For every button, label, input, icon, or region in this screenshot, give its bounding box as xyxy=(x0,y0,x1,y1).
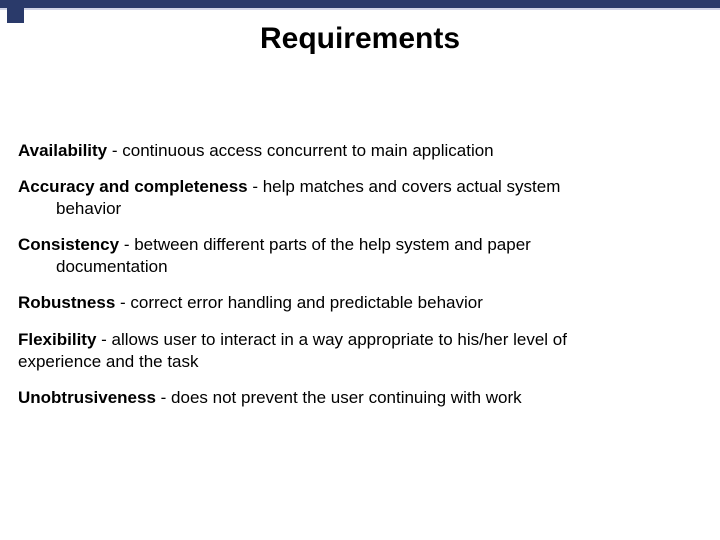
slide-title: Requirements xyxy=(0,22,720,56)
term: Unobtrusiveness xyxy=(18,388,156,407)
list-item: Robustness - correct error handling and … xyxy=(18,292,692,314)
header-underline xyxy=(0,8,720,10)
corner-square-icon xyxy=(7,6,24,23)
desc-wrap: behavior xyxy=(56,198,692,220)
term: Consistency xyxy=(18,235,119,254)
sep: - xyxy=(115,293,130,312)
term: Robustness xyxy=(18,293,115,312)
desc: does not prevent the user continuing wit… xyxy=(171,388,522,407)
sep: - xyxy=(156,388,171,407)
desc: help matches and covers actual system xyxy=(263,177,561,196)
sep: - xyxy=(119,235,134,254)
list-item: Accuracy and completeness - help matches… xyxy=(18,176,692,220)
sep: - xyxy=(248,177,263,196)
desc: correct error handling and predictable b… xyxy=(130,293,482,312)
list-item: Flexibility - allows user to interact in… xyxy=(18,329,692,373)
requirements-list: Availability - continuous access concurr… xyxy=(18,140,692,423)
desc: continuous access concurrent to main app… xyxy=(122,141,493,160)
term: Flexibility xyxy=(18,330,96,349)
desc-wrap: experience and the task xyxy=(18,351,692,373)
desc-wrap: documentation xyxy=(56,256,692,278)
list-item: Consistency - between different parts of… xyxy=(18,234,692,278)
term: Availability xyxy=(18,141,107,160)
sep: - xyxy=(107,141,122,160)
sep: - xyxy=(96,330,111,349)
desc: allows user to interact in a way appropr… xyxy=(112,330,567,349)
term: Accuracy and completeness xyxy=(18,177,248,196)
list-item: Unobtrusiveness - does not prevent the u… xyxy=(18,387,692,409)
list-item: Availability - continuous access concurr… xyxy=(18,140,692,162)
desc: between different parts of the help syst… xyxy=(134,235,531,254)
header-bar xyxy=(0,0,720,8)
